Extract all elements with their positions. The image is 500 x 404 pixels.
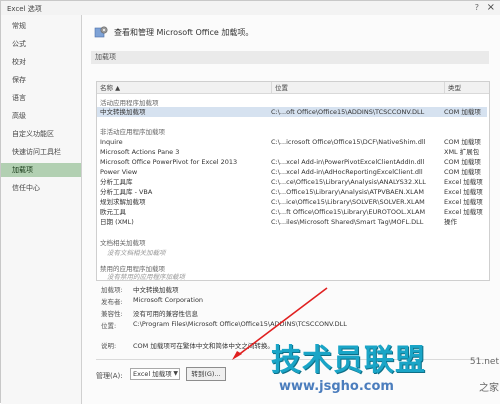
cell-location: C:\...xcel Add-in\AdHocReportingExcelCli…	[271, 168, 423, 176]
group-label-inactive: 非活动应用程序加载项	[100, 128, 165, 136]
sidebar-item-label: 保存	[12, 76, 26, 84]
cell-name: 欧元工具	[100, 208, 126, 216]
cell-type: Excel 加载项	[444, 198, 483, 206]
cell-type: Excel 加载项	[444, 178, 483, 186]
detail-label: 位置:	[101, 322, 117, 330]
column-header-location[interactable]: 位置	[271, 82, 444, 94]
cell-location: C:\...Office15\Library\Analysis\ATPVBAEN…	[271, 188, 424, 196]
watermark-side-text-2: 之家	[479, 383, 499, 394]
sidebar-item-language[interactable]: 语言	[1, 91, 81, 105]
detail-value: 没有可用的兼容性信息	[133, 310, 198, 318]
sidebar-item-label: 校对	[12, 58, 26, 66]
help-button[interactable]: ?	[475, 3, 479, 12]
table-row[interactable]: 规划求解加载项 C:\...ice\Office15\Library\SOLVE…	[97, 197, 487, 207]
detail-value: C:\Program Files\Microsoft Office\Office…	[133, 320, 347, 328]
sidebar: 常规 公式 校对 保存 语言 高级 自定义功能区 快速访问工具栏 加载项 信任中…	[1, 15, 82, 404]
sidebar-item-label: 信任中心	[12, 184, 40, 192]
detail-label: 说明:	[101, 342, 117, 350]
cell-name: Microsoft Office PowerPivot for Excel 20…	[100, 158, 238, 166]
cell-name: 日期 (XML)	[100, 218, 134, 226]
table-row[interactable]: 欧元工具 C:\...ft Office\Office15\Library\EU…	[97, 207, 487, 217]
sidebar-item-label: 快速访问工具栏	[12, 148, 61, 156]
cell-location: C:\...ce\Office15\Library\Analysis\ANALY…	[271, 178, 426, 186]
addins-gear-icon	[94, 25, 108, 39]
cell-name: Inquire	[100, 138, 123, 146]
page-title: 查看和管理 Microsoft Office 加载项。	[114, 28, 254, 37]
cell-type: COM 加载项	[444, 168, 481, 176]
sidebar-item-label: 高级	[12, 112, 26, 120]
watermark-url: www.jsgho.com	[279, 379, 394, 394]
detail-label: 发布者:	[101, 298, 123, 306]
column-header-type[interactable]: 类型	[444, 82, 489, 94]
table-row[interactable]: 日期 (XML) C:\...iles\Microsoft Shared\Sma…	[97, 217, 487, 227]
watermark-logo: 技术员联盟 51.net www.jsgho.com 之家	[271, 335, 500, 404]
detail-value: COM 加载项可在繁体中文和简体中文之间转换。	[133, 342, 274, 350]
detail-label: 加载项:	[101, 286, 123, 294]
sidebar-item-general[interactable]: 常规	[1, 19, 81, 33]
watermark-brand: 技术员联盟	[271, 343, 426, 378]
cell-name: 分析工具库	[100, 178, 133, 186]
window-title: Excel 选项	[7, 5, 42, 13]
sidebar-item-label: 常规	[12, 22, 26, 30]
sidebar-item-save[interactable]: 保存	[1, 73, 81, 87]
cell-type: XML 扩展包	[444, 148, 480, 156]
detail-value: 中文转换加载项	[133, 286, 179, 294]
cell-name: Microsoft Actions Pane 3	[100, 148, 180, 156]
cell-location: C:\...ft Office\Office15\Library\EUROTOO…	[271, 208, 426, 216]
table-row[interactable]: 分析工具库 - VBA C:\...Office15\Library\Analy…	[97, 187, 487, 197]
cell-location: C:\...ice\Office15\Library\SOLVER\SOLVER…	[271, 198, 425, 206]
detail-value: Microsoft Corporation	[133, 296, 204, 304]
table-row[interactable]: Power View C:\...xcel Add-in\AdHocReport…	[97, 167, 487, 177]
excel-options-window: Excel 选项 ? × 常规 公式 校对 保存 语言 高级 自定义功能区 快速…	[0, 0, 500, 404]
cell-name: 规划求解加载项	[100, 198, 146, 206]
table-row[interactable]: Inquire C:\...icrosoft Office\Office15\D…	[97, 137, 487, 147]
cell-type: Excel 加载项	[444, 188, 483, 196]
table-row[interactable]: Microsoft Actions Pane 3 XML 扩展包	[97, 147, 487, 157]
cell-location: C:\...iles\Microsoft Shared\Smart Tag\MO…	[271, 218, 424, 226]
manage-select[interactable]: Excel 加载项 ▼	[130, 368, 180, 380]
cell-location: C:\...icrosoft Office\Office15\DCF\Nativ…	[271, 138, 426, 146]
group-label-active: 活动应用程序加载项	[100, 99, 159, 107]
sidebar-item-label: 加载项	[12, 166, 33, 174]
sidebar-item-quick-access-toolbar[interactable]: 快速访问工具栏	[1, 145, 81, 159]
sidebar-item-addins[interactable]: 加载项	[1, 163, 81, 177]
cell-type: 操作	[444, 218, 457, 226]
cell-type: COM 加载项	[444, 108, 481, 116]
goto-button[interactable]: 转到(G)...	[186, 367, 226, 381]
cell-type: COM 加载项	[444, 138, 481, 146]
sidebar-item-customize-ribbon[interactable]: 自定义功能区	[1, 127, 81, 141]
chevron-down-icon: ▼	[173, 370, 178, 377]
empty-disabled-addins: 没有禁用的应用程序加载项	[107, 273, 185, 281]
table-row[interactable]: 分析工具库 C:\...ce\Office15\Library\Analysis…	[97, 177, 487, 187]
title-bar: Excel 选项 ? ×	[1, 1, 500, 16]
close-button[interactable]: ×	[487, 2, 495, 13]
table-row[interactable]: Microsoft Office PowerPivot for Excel 20…	[97, 157, 487, 167]
group-label-document: 文档相关加载项	[100, 239, 146, 247]
sidebar-item-formulas[interactable]: 公式	[1, 37, 81, 51]
sidebar-item-advanced[interactable]: 高级	[1, 109, 81, 123]
cell-name: 分析工具库 - VBA	[100, 188, 153, 196]
sidebar-item-label: 公式	[12, 40, 26, 48]
detail-label: 兼容性:	[101, 310, 123, 318]
cell-name: Power View	[100, 168, 138, 176]
watermark-side-text: 51.net	[469, 357, 499, 367]
cell-name: 中文转换加载项	[100, 108, 146, 116]
cell-location: C:\...oft Office\Office15\ADDINS\TCSCCON…	[271, 108, 425, 116]
column-header-name[interactable]: 名称 ▲	[97, 82, 271, 94]
sidebar-item-trust-center[interactable]: 信任中心	[1, 181, 81, 195]
addins-table: 名称 ▲ 位置 类型 活动应用程序加载项 中文转换加载项 C:\...oft O…	[96, 81, 490, 281]
sidebar-item-label: 语言	[12, 94, 26, 102]
table-row[interactable]: 中文转换加载项 C:\...oft Office\Office15\ADDINS…	[97, 107, 487, 117]
manage-label: 管理(A):	[96, 372, 123, 380]
empty-document-addins: 没有文档相关加载项	[107, 249, 166, 257]
sidebar-item-proofing[interactable]: 校对	[1, 55, 81, 69]
manage-select-value: Excel 加载项	[133, 370, 172, 378]
cell-type: Excel 加载项	[444, 208, 483, 216]
cell-type: COM 加载项	[444, 158, 481, 166]
section-title-addins: 加载项	[91, 51, 489, 64]
sidebar-item-label: 自定义功能区	[12, 130, 54, 138]
cell-location: C:\...xcel Add-in\PowerPivotExcelClientA…	[271, 158, 425, 166]
